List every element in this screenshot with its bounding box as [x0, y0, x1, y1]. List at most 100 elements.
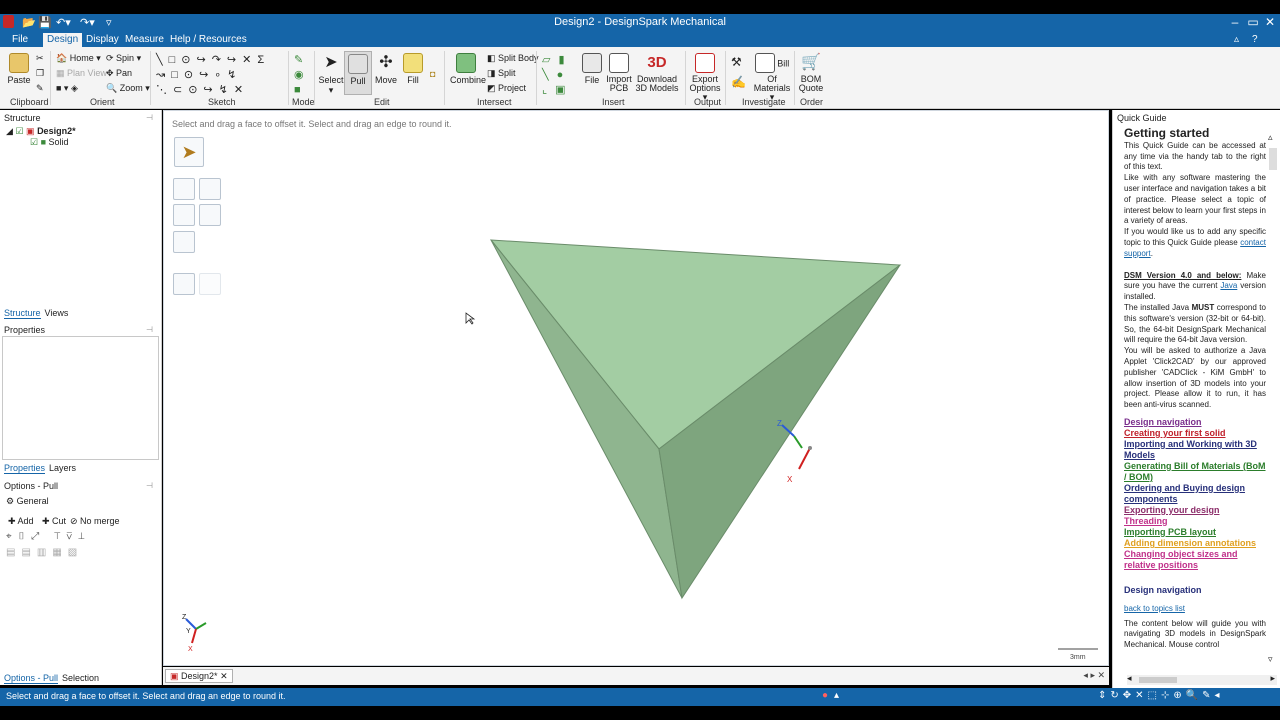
menu-help[interactable]: Help / Resources	[166, 33, 251, 47]
view-cube-icon[interactable]: ■ ▾ ◈	[56, 83, 78, 94]
export-options-button[interactable]: Export Options ▾	[688, 53, 722, 102]
java-link[interactable]: Java	[1220, 281, 1237, 290]
tab-views[interactable]: Views	[45, 308, 69, 318]
export-icon	[695, 53, 715, 73]
expand-icon[interactable]: ◢	[6, 126, 13, 136]
spin-button[interactable]: ⟳ Spin ▾	[106, 53, 141, 64]
topic-link[interactable]: Importing PCB layout	[1124, 527, 1266, 538]
home-button[interactable]: 🏠 Home ▾	[56, 53, 101, 64]
copy-icon[interactable]: ❐	[36, 68, 44, 79]
zoom-button[interactable]: 🔍 Zoom ▾	[106, 83, 150, 94]
close-tab-icon[interactable]: ✕	[220, 671, 228, 681]
pull-button[interactable]: Pull	[344, 51, 372, 95]
insert-shapes[interactable]: ▱▮ ╲● ⌞▣	[542, 53, 574, 98]
checkbox-icon[interactable]: ☑	[30, 137, 38, 147]
menu-measure[interactable]: Measure	[121, 33, 168, 47]
checkbox-icon[interactable]: ☑	[15, 126, 23, 136]
mode-tools[interactable]: ✎ ◉ ■	[294, 53, 304, 98]
project-button[interactable]: ◩ Project	[487, 83, 526, 94]
tab-properties[interactable]: Properties	[4, 463, 46, 474]
close-button[interactable]: ✕	[1263, 15, 1277, 29]
pull-options-row-2[interactable]: ▤▤▥▦▧	[6, 547, 83, 558]
scroll-left-icon[interactable]: ◂	[1127, 673, 1132, 684]
tab-scroll-icon[interactable]: ◂ ▸ ✕	[1083, 670, 1105, 681]
scroll-right-icon[interactable]: ▸	[1270, 673, 1275, 684]
pan-button[interactable]: ✥ Pan	[106, 68, 132, 79]
status-dropdown-icon[interactable]: ▴	[834, 690, 839, 701]
pin-icon[interactable]: ⊣	[146, 481, 153, 490]
general-section[interactable]: ⚙ General	[6, 496, 49, 507]
design-viewport[interactable]: Select and drag a face to offset it. Sel…	[163, 110, 1109, 666]
topic-link[interactable]: Changing object sizes and relative posit…	[1124, 549, 1266, 571]
sketch-row-3[interactable]: ⋱⊂⊙↪↯✕	[156, 83, 286, 98]
cut-option[interactable]: ✚ Cut	[42, 516, 66, 527]
tree-design[interactable]: ◢ ☑ ▣ Design2*	[6, 126, 76, 137]
doc-tab-design2[interactable]: ▣ Design2* ✕	[165, 669, 233, 683]
horizontal-scrollbar[interactable]: ◂ ▸	[1127, 673, 1277, 685]
menu-design[interactable]: Design	[43, 33, 83, 47]
scroll-up-icon[interactable]: ▵	[1268, 132, 1273, 143]
download-3d-button[interactable]: 3D Download 3D Models	[634, 53, 680, 93]
help-icon[interactable]: ?	[1248, 33, 1262, 47]
topic-link[interactable]: Importing and Working with 3D Models	[1124, 439, 1266, 461]
tree-solid[interactable]: ☑ ■ Solid	[30, 137, 69, 148]
sketch-mode-icon[interactable]: ✎	[294, 53, 304, 68]
topic-link[interactable]: Exporting your design	[1124, 505, 1266, 516]
axis-icon[interactable]: ╲●	[542, 68, 574, 83]
bom-button[interactable]: Bill Of Materials ▾	[752, 53, 792, 102]
sketch-tools[interactable]: ╲□⊙↪↷↪✕Σ ↝□⊙↪∘↯ ⋱⊂⊙↪↯✕	[156, 53, 286, 96]
minimize-ribbon-icon[interactable]: ▵	[1230, 33, 1243, 47]
select-button[interactable]: ➤ Select ▾	[318, 53, 344, 96]
insert-file-button[interactable]: File	[580, 53, 604, 85]
plane-icon[interactable]: ▱▮	[542, 53, 574, 68]
back-to-topics-link[interactable]: back to topics list	[1124, 604, 1266, 615]
measure-tool-icon[interactable]: ✍	[731, 75, 746, 89]
pull-options-row-1[interactable]: ⌖▯⤢ ⊤⊽⊥	[6, 531, 91, 542]
bom-quote-button[interactable]: 🛒 BOM Quote	[797, 53, 825, 93]
topic-link[interactable]: Generating Bill of Materials (BoM / BOM)	[1124, 461, 1266, 483]
design-icon: ▣	[170, 671, 179, 681]
combine-button[interactable]: Combine	[450, 53, 486, 85]
tab-selection[interactable]: Selection	[62, 673, 99, 683]
move-button[interactable]: ✣ Move	[373, 53, 399, 85]
tweak-face-icon[interactable]: ◘	[430, 69, 435, 79]
no-merge-option[interactable]: ⊘ No merge	[70, 516, 120, 527]
triad-x-label: X	[787, 475, 793, 484]
restore-button[interactable]: ▭	[1246, 15, 1260, 29]
paste-button[interactable]: Paste	[6, 53, 32, 85]
cut-icon[interactable]: ✂	[36, 53, 44, 64]
origin-icon[interactable]: ⌞▣	[542, 83, 574, 98]
tab-layers[interactable]: Layers	[49, 463, 76, 473]
menu-display[interactable]: Display	[82, 33, 123, 47]
split-button[interactable]: ◨ Split	[487, 68, 516, 79]
plan-view-button[interactable]: ▦ Plan View	[56, 68, 107, 79]
document-tabs: ▣ Design2* ✕ ◂ ▸ ✕	[163, 667, 1109, 685]
format-painter-icon[interactable]: ✎	[36, 83, 44, 94]
section-mode-icon[interactable]: ◉	[294, 68, 304, 83]
split-body-button[interactable]: ◧ Split Body	[487, 53, 539, 64]
check-geometry-icon[interactable]: ⚒	[731, 55, 742, 69]
scroll-down-icon[interactable]: ▿	[1268, 654, 1273, 665]
scrollbar-thumb[interactable]	[1269, 148, 1277, 170]
pin-icon[interactable]: ⊣	[146, 113, 153, 122]
topic-link[interactable]: Threading	[1124, 516, 1266, 527]
fill-button[interactable]: Fill	[400, 53, 426, 85]
status-tools[interactable]: ⇕↻✥✕⬚⊹⊕🔍✎◂	[1098, 690, 1224, 701]
sketch-row-2[interactable]: ↝□⊙↪∘↯	[156, 68, 286, 83]
topic-link[interactable]: Design navigation	[1124, 417, 1266, 428]
tab-structure[interactable]: Structure	[4, 308, 41, 319]
import-pcb-button[interactable]: Import PCB	[604, 53, 634, 93]
3d-mode-icon[interactable]: ■	[294, 83, 304, 98]
menu-file[interactable]: File	[8, 33, 32, 47]
error-icon[interactable]: ●	[822, 690, 828, 701]
topic-link[interactable]: Ordering and Buying design components	[1124, 483, 1266, 505]
sketch-row-1[interactable]: ╲□⊙↪↷↪✕Σ	[156, 53, 286, 68]
hscroll-thumb[interactable]	[1139, 677, 1177, 683]
model-canvas[interactable]: Z X Z Y X 3mm	[164, 111, 1108, 665]
topic-link[interactable]: Creating your first solid	[1124, 428, 1266, 439]
pin-icon[interactable]: ⊣	[146, 325, 153, 334]
topic-link[interactable]: Adding dimension annotations	[1124, 538, 1266, 549]
tab-options-pull[interactable]: Options - Pull	[4, 673, 59, 684]
minimize-button[interactable]: –	[1228, 15, 1242, 29]
add-option[interactable]: ✚ Add	[8, 516, 34, 527]
